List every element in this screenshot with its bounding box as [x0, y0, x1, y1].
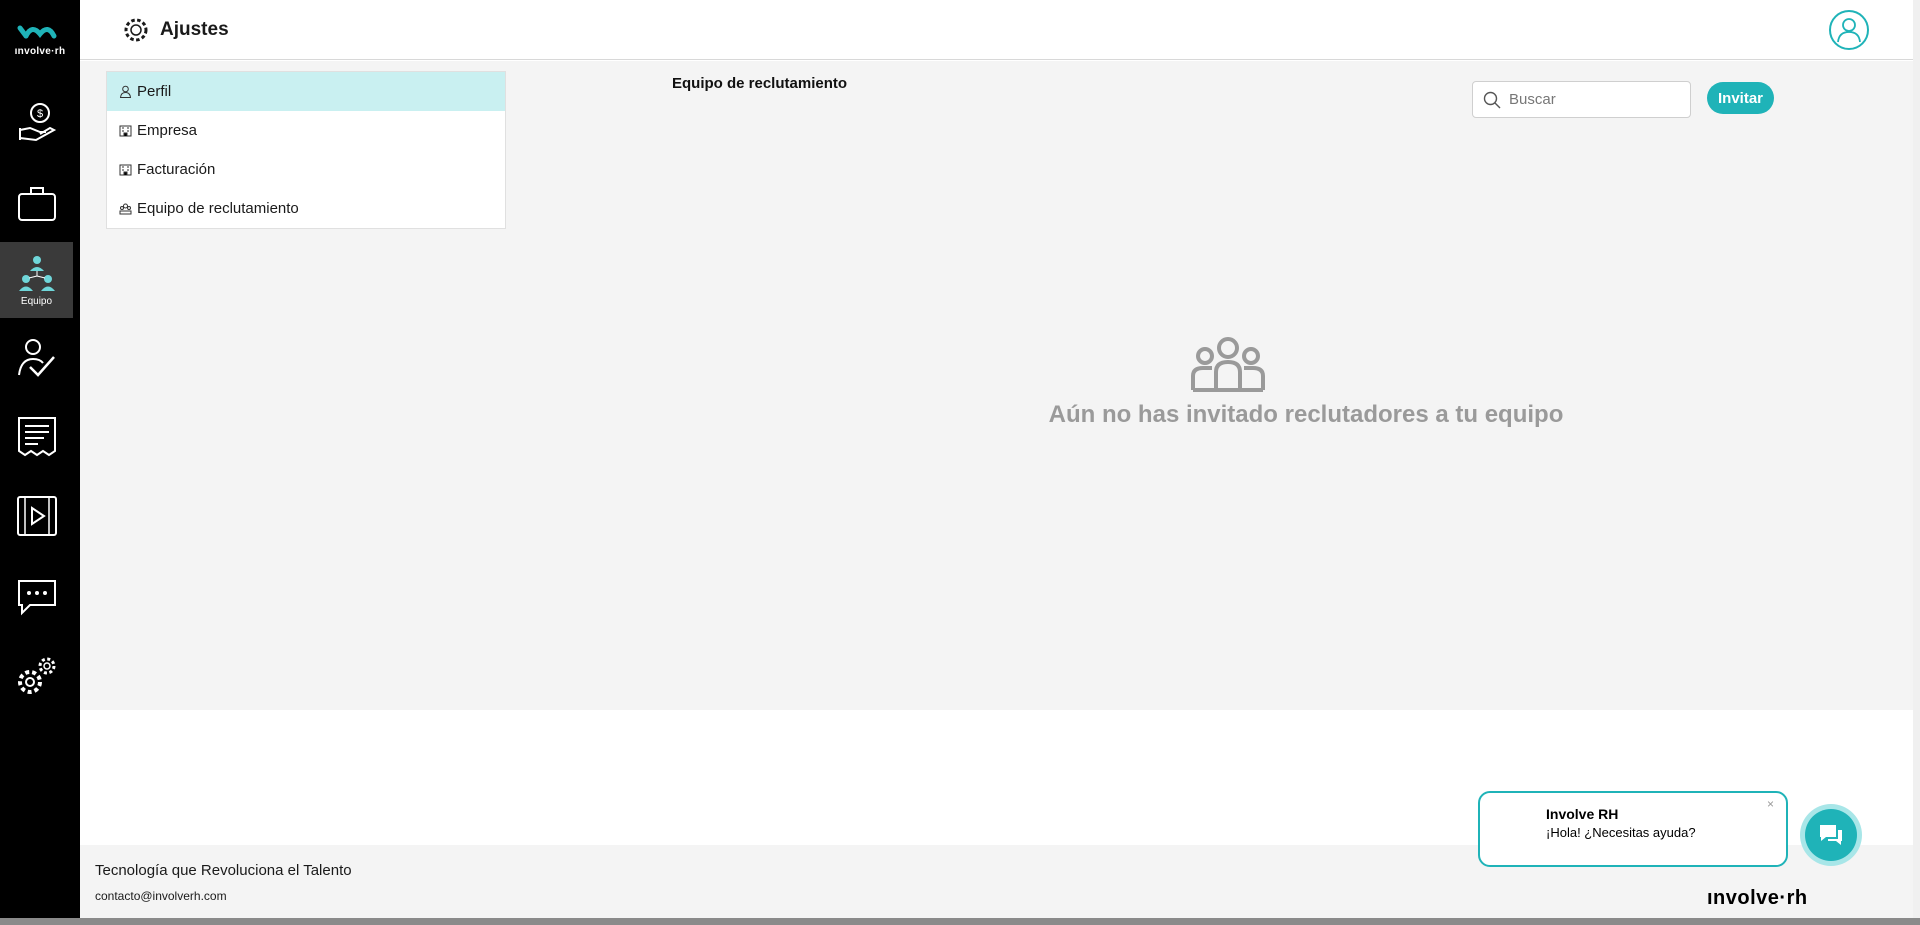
settings-menu-item-billing[interactable]: Facturación	[107, 150, 505, 189]
search-input[interactable]	[1509, 91, 1679, 108]
sidebar: ınvolve·rh $ Equipo	[0, 0, 80, 925]
settings-menu-item-recruiting-team[interactable]: Equipo de reclutamiento	[107, 189, 505, 228]
settings-menu-label: Facturación	[137, 161, 216, 178]
settings-menu-item-profile[interactable]: Perfil	[107, 72, 505, 111]
gears-icon	[17, 657, 55, 694]
chat-launcher-inner	[1805, 809, 1857, 861]
sidebar-item-team[interactable]: Equipo	[0, 242, 73, 318]
footer-email-link[interactable]: contacto@involverh.com	[95, 889, 227, 903]
logo-mark-icon	[17, 25, 57, 39]
chat-icon	[17, 580, 56, 616]
search-icon	[1483, 91, 1501, 108]
main-content: Perfil Empresa Facturación Equipo de rec…	[80, 61, 1913, 710]
sidebar-item-evaluation[interactable]	[0, 320, 73, 396]
logo-text: ınvolve·rh	[14, 46, 66, 57]
chat-bubbles-icon	[1820, 825, 1842, 845]
user-avatar-button[interactable]	[1829, 10, 1869, 50]
header: Ajustes	[80, 0, 1913, 60]
sidebar-item-invoices[interactable]	[0, 398, 73, 474]
vertical-scrollbar[interactable]	[1913, 0, 1920, 925]
receipt-icon	[17, 417, 56, 457]
settings-menu-label: Perfil	[137, 83, 172, 100]
chat-launcher-button[interactable]	[1800, 804, 1862, 866]
chat-agent-name: Involve RH	[1546, 806, 1619, 822]
sidebar-item-payments[interactable]: $	[0, 85, 73, 161]
empty-state-message: Aún no has invitado reclutadores a tu eq…	[1048, 401, 1564, 428]
brand-logo[interactable]: ınvolve·rh	[12, 22, 68, 58]
hand-money-icon: $	[18, 103, 56, 142]
footer-tagline: Tecnología que Revoluciona el Talento	[95, 862, 352, 879]
user-avatar-icon	[1837, 18, 1861, 43]
settings-menu-item-company[interactable]: Empresa	[107, 111, 505, 150]
team-icon	[18, 255, 55, 291]
chat-close-button[interactable]: ×	[1767, 797, 1774, 811]
settings-menu: Perfil Empresa Facturación Equipo de rec…	[106, 71, 506, 229]
sidebar-item-jobs[interactable]	[0, 165, 73, 241]
user-icon	[119, 85, 132, 98]
video-icon	[16, 496, 57, 536]
chat-greeting-bubble[interactable]: Involve RH ¡Hola! ¿Necesitas ayuda? ×	[1478, 791, 1788, 867]
settings-menu-label: Empresa	[137, 122, 198, 139]
page-title: Ajustes	[160, 19, 229, 40]
bottom-edge	[0, 918, 1920, 925]
sidebar-item-messages[interactable]	[0, 558, 73, 634]
invite-button[interactable]: Invitar	[1707, 82, 1774, 114]
briefcase-icon	[17, 187, 56, 221]
building-icon	[119, 125, 132, 137]
sidebar-item-videos[interactable]	[0, 478, 73, 554]
svg-text:$: $	[36, 108, 42, 120]
sidebar-item-settings[interactable]	[0, 638, 73, 714]
team-small-icon	[119, 203, 132, 215]
sidebar-item-label: Equipo	[20, 295, 53, 307]
settings-menu-label: Equipo de reclutamiento	[137, 200, 299, 217]
person-check-icon	[17, 339, 55, 377]
team-empty-icon	[1191, 337, 1265, 392]
footer-logo: ınvolve·rh	[1707, 887, 1808, 909]
settings-gear-icon	[124, 18, 148, 42]
search-box[interactable]	[1472, 81, 1691, 118]
section-title: Equipo de reclutamiento	[672, 75, 848, 92]
chat-greeting-message: ¡Hola! ¿Necesitas ayuda?	[1546, 825, 1696, 840]
building-icon	[119, 164, 132, 176]
